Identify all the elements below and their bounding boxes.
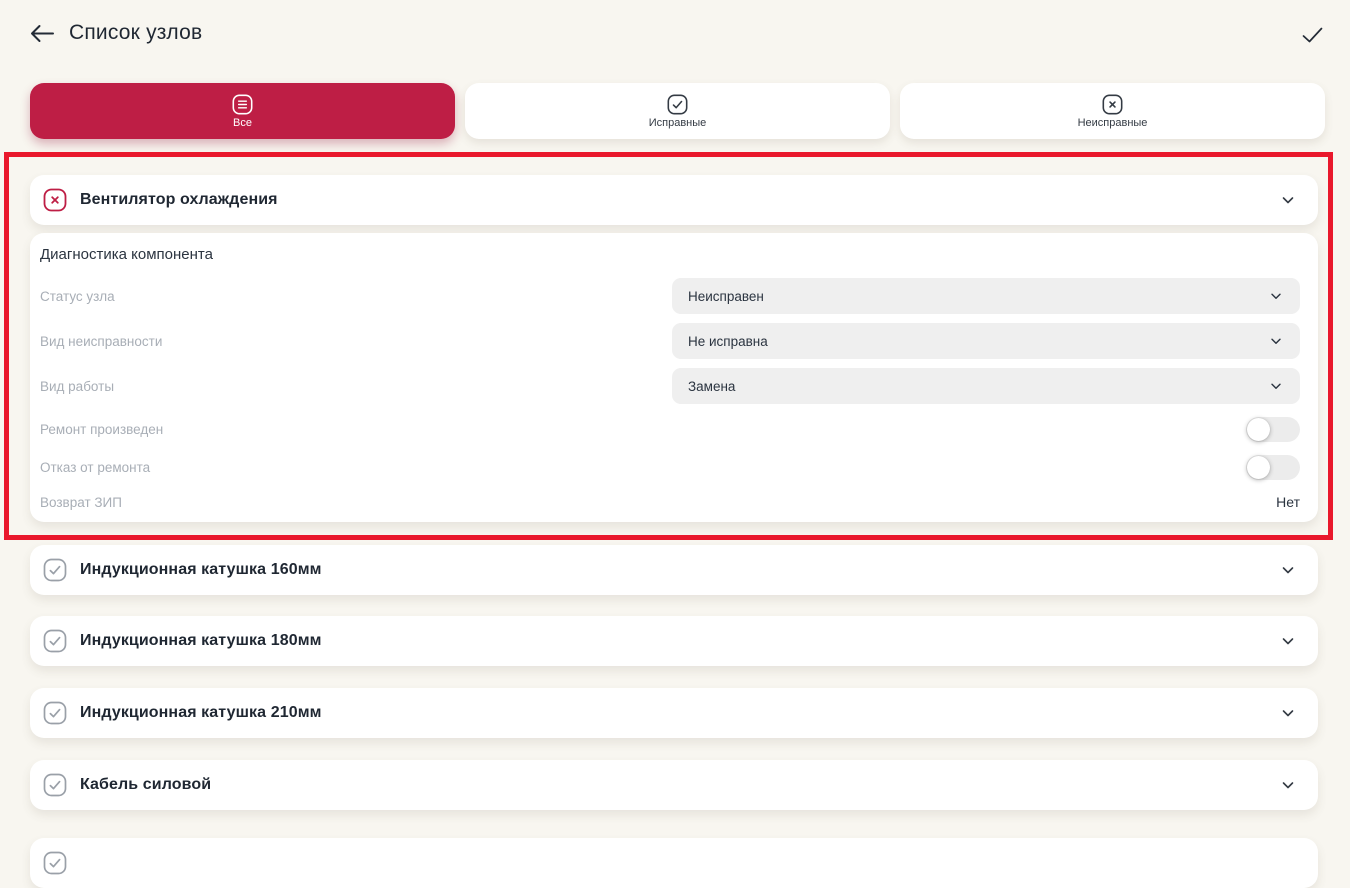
node-title: Индукционная катушка 210мм bbox=[80, 704, 322, 722]
tab-label: Все bbox=[233, 118, 252, 129]
chevron-down-icon bbox=[1279, 561, 1297, 579]
page-title: Список узлов bbox=[69, 21, 202, 45]
chevron-down-icon bbox=[1268, 333, 1284, 349]
chevron-down-icon bbox=[1268, 378, 1284, 394]
node-header-coil-210[interactable]: Индукционная катушка 210мм bbox=[30, 688, 1318, 738]
panel-heading: Диагностика компонента bbox=[40, 246, 1300, 263]
chevron-down-icon bbox=[1279, 776, 1297, 794]
field-row-repair-refusal: Отказ от ремонта bbox=[40, 454, 1300, 480]
tab-all[interactable]: Все bbox=[30, 83, 455, 139]
select-value: Неисправен bbox=[688, 289, 764, 304]
field-row-status: Статус узла Неисправен bbox=[40, 278, 1300, 314]
arrow-left-icon bbox=[30, 24, 55, 43]
tab-label: Исправные bbox=[649, 118, 707, 129]
check-icon bbox=[1302, 27, 1323, 43]
back-button[interactable] bbox=[30, 21, 55, 43]
check-square-icon bbox=[43, 773, 67, 797]
field-row-repair-done: Ремонт произведен bbox=[40, 416, 1300, 442]
work-type-select[interactable]: Замена bbox=[672, 368, 1300, 404]
field-row-work-type: Вид работы Замена bbox=[40, 368, 1300, 404]
chevron-down-icon bbox=[1279, 704, 1297, 722]
confirm-button[interactable] bbox=[1302, 21, 1323, 43]
chevron-down-icon bbox=[1279, 191, 1297, 209]
check-square-icon bbox=[667, 94, 688, 115]
field-row-fault-type: Вид неисправности Не исправна bbox=[40, 323, 1300, 359]
repair-refusal-toggle[interactable] bbox=[1246, 455, 1300, 480]
zip-return-value: Нет bbox=[1276, 494, 1300, 510]
select-value: Замена bbox=[688, 379, 735, 394]
select-value: Не исправна bbox=[688, 334, 768, 349]
node-header-cooling-fan[interactable]: Вентилятор охлаждения bbox=[30, 175, 1318, 225]
field-label: Статус узла bbox=[40, 289, 115, 304]
check-square-icon bbox=[43, 558, 67, 582]
tab-working[interactable]: Исправные bbox=[465, 83, 890, 139]
filter-tabs: Все Исправные Неисправные bbox=[0, 83, 1350, 139]
check-square-icon bbox=[43, 629, 67, 653]
node-status-select[interactable]: Неисправен bbox=[672, 278, 1300, 314]
node-header-partial[interactable] bbox=[30, 838, 1318, 888]
node-list: Вентилятор охлаждения Диагностика компон… bbox=[0, 139, 1350, 888]
field-label: Вид неисправности bbox=[40, 334, 162, 349]
check-square-icon bbox=[43, 701, 67, 725]
x-square-icon bbox=[1102, 94, 1123, 115]
field-label: Ремонт произведен bbox=[40, 422, 163, 437]
repair-done-toggle[interactable] bbox=[1246, 417, 1300, 442]
node-header-power-cable[interactable]: Кабель силовой bbox=[30, 760, 1318, 810]
chevron-down-icon bbox=[1279, 632, 1297, 650]
tab-faulty[interactable]: Неисправные bbox=[900, 83, 1325, 139]
node-title: Индукционная катушка 160мм bbox=[80, 561, 322, 579]
tab-label: Неисправные bbox=[1078, 118, 1148, 129]
node-header-coil-180[interactable]: Индукционная катушка 180мм bbox=[30, 616, 1318, 666]
toggle-knob bbox=[1247, 456, 1270, 479]
x-square-icon bbox=[43, 188, 67, 212]
toggle-knob bbox=[1247, 418, 1270, 441]
field-row-zip-return: Возврат ЗИП Нет bbox=[40, 494, 1300, 510]
field-label: Вид работы bbox=[40, 379, 114, 394]
fault-type-select[interactable]: Не исправна bbox=[672, 323, 1300, 359]
diagnostics-panel: Диагностика компонента Статус узла Неисп… bbox=[30, 233, 1318, 522]
field-label: Возврат ЗИП bbox=[40, 495, 122, 510]
app-header: Список узлов bbox=[0, 0, 1350, 83]
node-title: Кабель силовой bbox=[80, 776, 211, 794]
field-label: Отказ от ремонта bbox=[40, 460, 150, 475]
node-title: Индукционная катушка 180мм bbox=[80, 632, 322, 650]
list-square-icon bbox=[232, 94, 253, 115]
check-square-icon bbox=[43, 851, 67, 875]
chevron-down-icon bbox=[1268, 288, 1284, 304]
node-header-coil-160[interactable]: Индукционная катушка 160мм bbox=[30, 545, 1318, 595]
node-title: Вентилятор охлаждения bbox=[80, 191, 278, 209]
